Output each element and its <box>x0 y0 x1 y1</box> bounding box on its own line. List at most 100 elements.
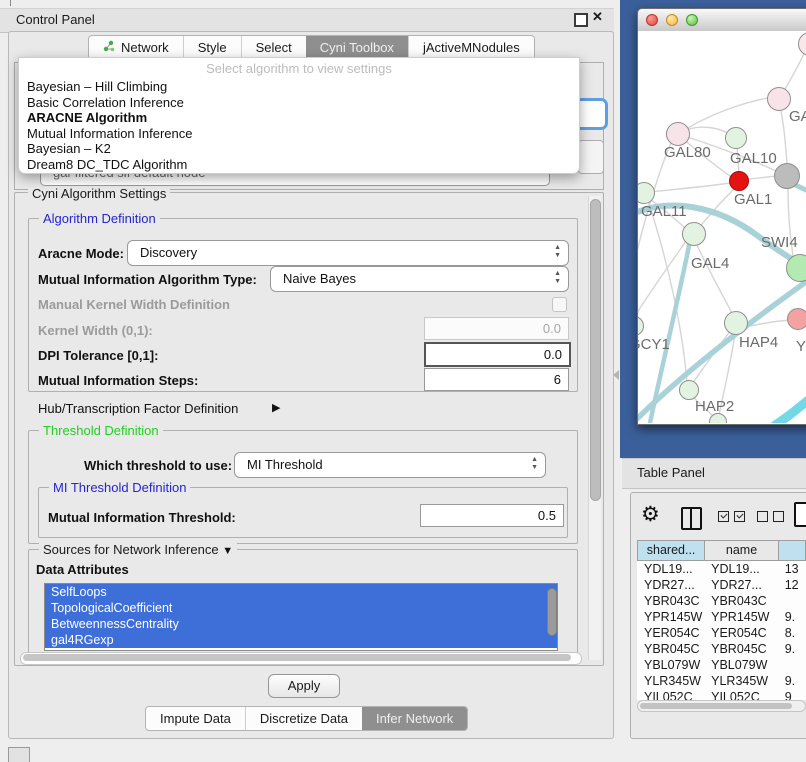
cell[interactable]: YLR345W <box>637 673 704 689</box>
table-row[interactable]: YER054C YER054C 8. <box>637 625 806 641</box>
cell[interactable]: 9. <box>778 641 806 657</box>
table-row[interactable]: YIL052C YIL052C 9 <box>637 689 806 700</box>
tab-cyni-toolbox[interactable]: Cyni Toolbox <box>306 36 408 59</box>
cell[interactable]: YBR043C <box>704 593 778 609</box>
expand-right-icon[interactable]: ▶ <box>272 401 280 414</box>
dropdown-item[interactable]: Basic Correlation Inference <box>19 95 579 111</box>
column-header[interactable]: name <box>704 540 778 561</box>
gene-node[interactable] <box>767 87 791 111</box>
gene-node[interactable] <box>787 308 806 330</box>
cell[interactable]: YPR145W <box>637 609 704 625</box>
gene-node[interactable] <box>682 222 706 246</box>
collapse-down-icon[interactable]: ▼ <box>222 545 233 557</box>
data-attributes-list[interactable]: SelfLoops TopologicalCoefficient Between… <box>44 583 558 651</box>
manual-kernel-checkbox[interactable] <box>552 297 567 312</box>
gene-node-selected[interactable] <box>729 171 749 191</box>
which-threshold-combo[interactable]: MI Threshold ▲▼ <box>234 452 546 478</box>
gene-node[interactable] <box>666 122 690 146</box>
cell[interactable]: YDL19... <box>704 561 778 577</box>
settings-horizontal-scrollbar[interactable] <box>20 652 582 665</box>
new-table-icon[interactable] <box>794 502 806 527</box>
minimize-window-icon[interactable] <box>666 14 678 26</box>
cell[interactable] <box>778 593 806 609</box>
list-vertical-scrollbar[interactable] <box>546 586 556 646</box>
mi-threshold-field[interactable]: 0.5 <box>420 504 564 527</box>
table-row[interactable]: YBL079W YBL079W <box>637 657 806 673</box>
float-window-icon[interactable] <box>574 13 588 27</box>
splitter-collapse-icon[interactable] <box>613 370 619 380</box>
cell[interactable]: YBL079W <box>637 657 704 673</box>
column-header[interactable]: shared... <box>637 540 704 561</box>
gene-node[interactable] <box>786 254 806 282</box>
table-row[interactable]: YDL19... YDL19... 13 <box>637 561 806 577</box>
cell[interactable]: YDL19... <box>637 561 704 577</box>
cell[interactable]: 12 <box>778 577 806 593</box>
tab-infer-network[interactable]: Infer Network <box>362 707 467 730</box>
close-window-icon[interactable] <box>646 14 658 26</box>
tab-network-label: Network <box>121 40 169 55</box>
cell[interactable]: 9. <box>778 609 806 625</box>
cell[interactable]: YLR345W <box>704 673 778 689</box>
cell[interactable]: YDR27... <box>704 577 778 593</box>
cell[interactable]: YBR043C <box>637 593 704 609</box>
close-icon[interactable]: ✕ <box>592 9 603 25</box>
column-header[interactable] <box>778 540 806 561</box>
gene-node[interactable] <box>725 127 747 149</box>
dropdown-item[interactable]: Bayesian – K2 <box>19 141 579 157</box>
dropdown-item[interactable]: Mutual Information Inference <box>19 126 579 142</box>
table-row[interactable]: YBR045C YBR045C 9. <box>637 641 806 657</box>
list-item[interactable]: SelfLoops <box>45 584 557 600</box>
select-all-columns-icon[interactable] <box>718 511 745 522</box>
network-window-titlebar[interactable] <box>638 9 806 32</box>
minimized-panel-icon[interactable] <box>8 747 30 762</box>
cell[interactable]: YER054C <box>637 625 704 641</box>
tab-jactivemnodules[interactable]: jActiveMNodules <box>408 36 534 59</box>
cell[interactable]: YER054C <box>704 625 778 641</box>
tab-discretize-data[interactable]: Discretize Data <box>245 707 362 730</box>
gene-node[interactable] <box>724 311 748 335</box>
aracne-mode-combo[interactable]: Discovery ▲▼ <box>127 240 569 266</box>
list-item[interactable]: TopologicalCoefficient <box>45 600 557 616</box>
settings-vertical-scrollbar[interactable] <box>588 196 601 660</box>
cell[interactable]: YBR045C <box>704 641 778 657</box>
gene-node[interactable] <box>774 163 800 189</box>
tab-impute-data[interactable]: Impute Data <box>146 707 245 730</box>
list-item[interactable]: BetweennessCentrality <box>45 616 557 632</box>
cell[interactable]: YPR145W <box>704 609 778 625</box>
network-canvas[interactable]: GAL GAL80 GAL10 GAL1 GAL11 GAL4 SWI4 GCY… <box>638 31 806 423</box>
mi-type-value: Naive Bayes <box>283 271 356 286</box>
dropdown-item-selected[interactable]: ARACNE Algorithm <box>19 110 579 126</box>
cell[interactable]: 9. <box>778 673 806 689</box>
kernel-width-field[interactable]: 0.0 <box>424 317 569 340</box>
cell[interactable]: YDR27... <box>637 577 704 593</box>
apply-button[interactable]: Apply <box>268 674 340 698</box>
cell[interactable]: 8. <box>778 625 806 641</box>
list-item[interactable]: gal4RGexp <box>45 632 557 648</box>
table-horizontal-scrollbar[interactable] <box>637 700 806 712</box>
tab-network[interactable]: Network <box>89 36 183 59</box>
dpi-tolerance-field[interactable]: 0.0 <box>424 342 571 367</box>
cell[interactable]: YBR045C <box>637 641 704 657</box>
gene-node[interactable] <box>679 380 699 400</box>
zoom-window-icon[interactable] <box>686 14 698 26</box>
split-columns-icon[interactable] <box>681 507 702 530</box>
cell[interactable] <box>778 657 806 673</box>
table-row[interactable]: YDR27... YDR27... 12 <box>637 577 806 593</box>
control-panel-title: Control Panel <box>16 12 95 27</box>
gear-icon[interactable]: ⚙ <box>641 502 660 527</box>
table-row[interactable]: YPR145W YPR145W 9. <box>637 609 806 625</box>
table-row[interactable]: YLR345W YLR345W 9. <box>637 673 806 689</box>
mi-steps-field[interactable]: 6 <box>424 368 569 391</box>
table-row[interactable]: YBR043C YBR043C <box>637 593 806 609</box>
tab-style[interactable]: Style <box>183 36 241 59</box>
cell[interactable]: YIL052C <box>704 689 778 700</box>
mi-type-combo[interactable]: Naive Bayes ▲▼ <box>270 266 569 292</box>
cell[interactable]: 13 <box>778 561 806 577</box>
cell[interactable]: 9 <box>778 689 806 700</box>
cell[interactable]: YBL079W <box>704 657 778 673</box>
cell[interactable]: YIL052C <box>637 689 704 700</box>
dropdown-item[interactable]: Bayesian – Hill Climbing <box>19 79 579 95</box>
tab-select[interactable]: Select <box>241 36 306 59</box>
dropdown-item[interactable]: Dream8 DC_TDC Algorithm <box>19 157 579 173</box>
deselect-all-columns-icon[interactable] <box>757 511 784 522</box>
